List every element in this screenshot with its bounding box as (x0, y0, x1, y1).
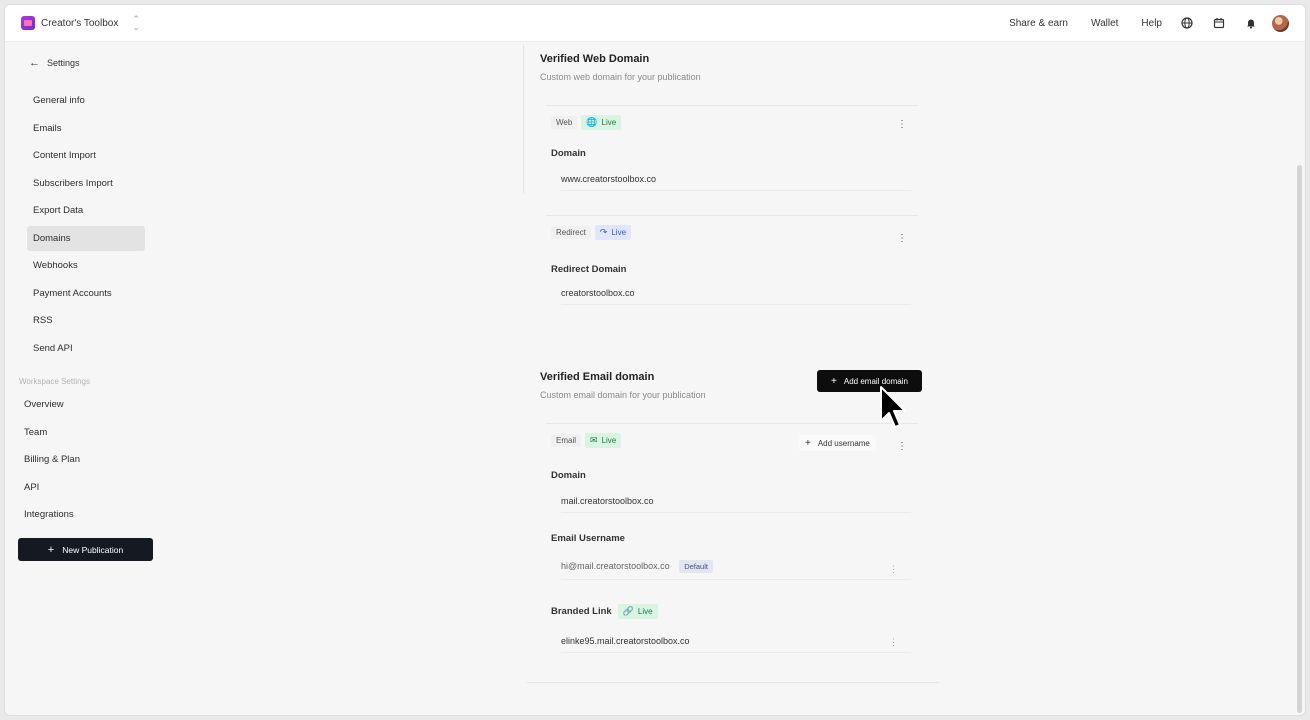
status-label: Live (637, 607, 653, 616)
globe-icon: 🌐 (586, 117, 598, 127)
email-domain-title: Verified Email domain (540, 371, 655, 383)
status-label: Live (611, 228, 627, 237)
redirect-domain-value: creatorstoolbox.co (561, 288, 911, 305)
email-username-row[interactable]: hi@mail.creatorstoolbox.co Default (561, 560, 911, 580)
sidebar-item-integrations[interactable]: Integrations (19, 502, 149, 527)
status-label: Live (601, 118, 617, 127)
avatar[interactable] (1272, 14, 1289, 32)
publication-name: Creator's Toolbox (41, 17, 119, 29)
email-domain-label: Domain (551, 470, 586, 481)
sidebar-item-export-data[interactable]: Export Data (27, 198, 145, 223)
branded-link-value: elinke95.mail.creatorstoolbox.co (561, 636, 911, 653)
add-username-label: Add username (817, 438, 870, 448)
globe-icon[interactable] (1180, 16, 1194, 30)
back-to-settings[interactable]: ← Settings (29, 57, 80, 69)
email-card-header: Email ✉ Live (551, 433, 622, 448)
email-domain-value: mail.creatorstoolbox.co (561, 496, 911, 513)
add-username-button[interactable]: + Add username (799, 435, 876, 451)
top-bar: Creator's Toolbox ⌃ ⌄ Share & earn Wallet… (5, 5, 1305, 42)
redirect-tag: Redirect (551, 226, 591, 239)
publication-logo (21, 16, 35, 30)
more-options-icon[interactable]: ⋮ (897, 233, 907, 244)
sidebar-item-team[interactable]: Team (19, 420, 149, 445)
sidebar-item-webhooks[interactable]: Webhooks (27, 253, 145, 278)
app-window: Creator's Toolbox ⌃ ⌄ Share & earn Wallet… (4, 4, 1306, 716)
default-badge: Default (679, 560, 713, 573)
status-label: Live (601, 436, 617, 445)
status-badge: ↷ Live (594, 225, 632, 240)
more-options-icon[interactable]: ⋮ (897, 119, 907, 130)
email-username-value: hi@mail.creatorstoolbox.co (561, 561, 670, 571)
web-domain-subtitle: Custom web domain for your publication (540, 72, 701, 82)
email-username-label: Email Username (551, 533, 625, 544)
sidebar-item-subscribers-import[interactable]: Subscribers Import (27, 171, 145, 196)
email-domain-subtitle: Custom email domain for your publication (540, 390, 706, 400)
new-publication-label: New Publication (62, 544, 124, 555)
publication-switcher[interactable]: Creator's Toolbox ⌃ ⌄ (21, 14, 140, 32)
arrow-left-icon: ← (29, 57, 40, 69)
sidebar-item-send-api[interactable]: Send API (27, 336, 145, 361)
plus-icon: + (47, 543, 55, 556)
more-options-icon[interactable]: ⋮ (897, 441, 907, 452)
branded-link-label: Branded Link (551, 606, 612, 617)
sidebar-item-overview[interactable]: Overview (19, 392, 149, 417)
status-badge: ✉ Live (585, 433, 622, 448)
sidebar-item-api[interactable]: API (19, 475, 149, 500)
branded-link-header: Branded Link 🔗 Live (551, 604, 658, 619)
sidebar-item-content-import[interactable]: Content Import (27, 143, 145, 168)
wallet-link[interactable]: Wallet (1091, 18, 1118, 29)
sidebar-item-domains[interactable]: Domains (27, 225, 145, 251)
web-domain-title: Verified Web Domain (540, 53, 650, 65)
scrollbar[interactable] (1297, 165, 1302, 713)
redirect-domain-card: Redirect ↷ Live ⋮ Redirect Domain creato… (546, 215, 918, 315)
bell-icon[interactable] (1244, 16, 1258, 30)
email-domain-card: Email ✉ Live ⋮ Domain mail.creatorstoolb… (546, 423, 918, 673)
redirect-card-header: Redirect ↷ Live (551, 225, 632, 240)
sidebar-item-billing-plan[interactable]: Billing & Plan (19, 447, 149, 472)
web-card-header: Web 🌐 Live (551, 115, 622, 130)
new-publication-button[interactable]: + New Publication (18, 538, 153, 561)
web-domain-label: Domain (551, 148, 586, 159)
status-badge: 🌐 Live (581, 115, 622, 130)
redirect-arrow-icon: ↷ (599, 227, 608, 237)
email-tag: Email (551, 434, 582, 447)
mouse-cursor-icon (880, 386, 906, 428)
back-label: Settings (47, 58, 80, 68)
mail-icon: ✉ (590, 435, 598, 445)
settings-nav: General info Emails Content Import Subsc… (27, 88, 145, 363)
sidebar-item-general-info[interactable]: General info (27, 88, 145, 113)
workspace-nav: Overview Team Billing & Plan API Integra… (19, 392, 149, 530)
status-badge: 🔗 Live (617, 604, 658, 619)
content-divider (523, 45, 524, 193)
chevron-up-down-icon: ⌃ ⌄ (132, 14, 140, 32)
sidebar-item-rss[interactable]: RSS (27, 308, 145, 333)
help-link[interactable]: Help (1141, 18, 1162, 29)
plus-icon: + (831, 375, 837, 387)
web-domain-card: Web 🌐 Live ⋮ Domain www.creatorstoolbox.… (546, 105, 918, 200)
top-nav: Share & earn Wallet Help (986, 13, 1289, 33)
workspace-settings-label: Workspace Settings (19, 377, 90, 386)
row-more-options-icon[interactable]: ⋮ (889, 564, 898, 575)
row-more-options-icon[interactable]: ⋮ (889, 637, 898, 648)
calendar-icon[interactable] (1212, 16, 1226, 30)
sidebar-item-payment-accounts[interactable]: Payment Accounts (27, 281, 145, 306)
share-earn-link[interactable]: Share & earn (1009, 18, 1068, 29)
plus-icon: + (805, 437, 811, 449)
content-bottom-divider (527, 682, 939, 683)
web-domain-value: www.creatorstoolbox.co (561, 174, 911, 191)
link-icon: 🔗 (622, 606, 634, 616)
redirect-domain-label: Redirect Domain (551, 264, 627, 275)
web-tag: Web (551, 116, 578, 129)
sidebar-item-emails[interactable]: Emails (27, 116, 145, 141)
